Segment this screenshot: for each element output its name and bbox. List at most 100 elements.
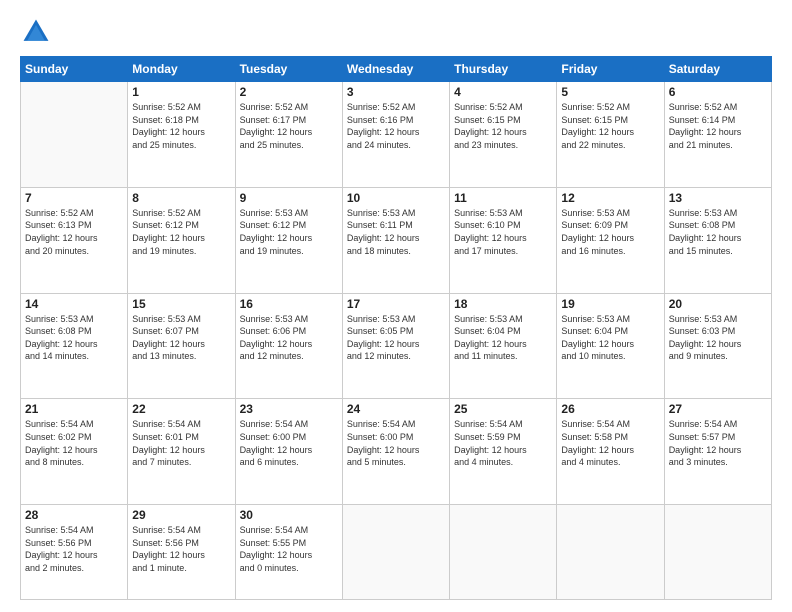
calendar-cell: 13 Sunrise: 5:53 AM Sunset: 6:08 PM Dayli…: [664, 187, 771, 293]
calendar-cell: 20 Sunrise: 5:53 AM Sunset: 6:03 PM Dayli…: [664, 293, 771, 399]
cell-info: Sunrise: 5:53 AM Sunset: 6:04 PM Dayligh…: [454, 313, 552, 363]
calendar-header-thursday: Thursday: [450, 57, 557, 82]
cell-info: Sunrise: 5:52 AM Sunset: 6:18 PM Dayligh…: [132, 101, 230, 151]
day-number: 10: [347, 191, 445, 205]
day-number: 13: [669, 191, 767, 205]
cell-info: Sunrise: 5:53 AM Sunset: 6:03 PM Dayligh…: [669, 313, 767, 363]
calendar-cell: [450, 505, 557, 600]
calendar-cell: [342, 505, 449, 600]
calendar-cell: 23 Sunrise: 5:54 AM Sunset: 6:00 PM Dayli…: [235, 399, 342, 505]
cell-info: Sunrise: 5:54 AM Sunset: 6:00 PM Dayligh…: [240, 418, 338, 468]
cell-info: Sunrise: 5:54 AM Sunset: 5:56 PM Dayligh…: [132, 524, 230, 574]
logo: [20, 16, 56, 48]
day-number: 12: [561, 191, 659, 205]
calendar-cell: 4 Sunrise: 5:52 AM Sunset: 6:15 PM Daylig…: [450, 82, 557, 188]
cell-info: Sunrise: 5:52 AM Sunset: 6:12 PM Dayligh…: [132, 207, 230, 257]
calendar-week-row: 28Sunrise: 5:54 AM Sunset: 5:56 PM Dayli…: [21, 505, 772, 600]
day-number: 20: [669, 297, 767, 311]
calendar-cell: 5 Sunrise: 5:52 AM Sunset: 6:15 PM Daylig…: [557, 82, 664, 188]
calendar-week-row: 1 Sunrise: 5:52 AM Sunset: 6:18 PM Daylig…: [21, 82, 772, 188]
calendar-header-tuesday: Tuesday: [235, 57, 342, 82]
day-number: 21: [25, 402, 123, 416]
cell-info: Sunrise: 5:54 AM Sunset: 5:56 PM Dayligh…: [25, 524, 123, 574]
day-number: 3: [347, 85, 445, 99]
calendar-cell: 27Sunrise: 5:54 AM Sunset: 5:57 PM Dayli…: [664, 399, 771, 505]
calendar-cell: 16Sunrise: 5:53 AM Sunset: 6:06 PM Dayli…: [235, 293, 342, 399]
calendar-cell: 10 Sunrise: 5:53 AM Sunset: 6:11 PM Dayli…: [342, 187, 449, 293]
calendar-header-saturday: Saturday: [664, 57, 771, 82]
cell-info: Sunrise: 5:53 AM Sunset: 6:08 PM Dayligh…: [25, 313, 123, 363]
calendar-cell: 3 Sunrise: 5:52 AM Sunset: 6:16 PM Daylig…: [342, 82, 449, 188]
cell-info: Sunrise: 5:54 AM Sunset: 5:59 PM Dayligh…: [454, 418, 552, 468]
day-number: 1: [132, 85, 230, 99]
day-number: 24: [347, 402, 445, 416]
calendar-cell: 8 Sunrise: 5:52 AM Sunset: 6:12 PM Daylig…: [128, 187, 235, 293]
day-number: 7: [25, 191, 123, 205]
calendar-cell: 25 Sunrise: 5:54 AM Sunset: 5:59 PM Dayli…: [450, 399, 557, 505]
day-number: 22: [132, 402, 230, 416]
day-number: 27: [669, 402, 767, 416]
calendar-cell: 22 Sunrise: 5:54 AM Sunset: 6:01 PM Dayli…: [128, 399, 235, 505]
calendar-week-row: 7 Sunrise: 5:52 AM Sunset: 6:13 PM Daylig…: [21, 187, 772, 293]
calendar-header-wednesday: Wednesday: [342, 57, 449, 82]
calendar-cell: 15 Sunrise: 5:53 AM Sunset: 6:07 PM Dayli…: [128, 293, 235, 399]
cell-info: Sunrise: 5:52 AM Sunset: 6:15 PM Dayligh…: [454, 101, 552, 151]
day-number: 6: [669, 85, 767, 99]
calendar-cell: 26 Sunrise: 5:54 AM Sunset: 5:58 PM Dayli…: [557, 399, 664, 505]
day-number: 15: [132, 297, 230, 311]
calendar-cell: 7 Sunrise: 5:52 AM Sunset: 6:13 PM Daylig…: [21, 187, 128, 293]
calendar-cell: 6 Sunrise: 5:52 AM Sunset: 6:14 PM Daylig…: [664, 82, 771, 188]
calendar-cell: 14 Sunrise: 5:53 AM Sunset: 6:08 PM Dayli…: [21, 293, 128, 399]
calendar-cell: 19 Sunrise: 5:53 AM Sunset: 6:04 PM Dayli…: [557, 293, 664, 399]
cell-info: Sunrise: 5:53 AM Sunset: 6:04 PM Dayligh…: [561, 313, 659, 363]
calendar-cell: [664, 505, 771, 600]
calendar-header-row: SundayMondayTuesdayWednesdayThursdayFrid…: [21, 57, 772, 82]
calendar-header-sunday: Sunday: [21, 57, 128, 82]
calendar-cell: 30 Sunrise: 5:54 AM Sunset: 5:55 PM Dayli…: [235, 505, 342, 600]
day-number: 14: [25, 297, 123, 311]
cell-info: Sunrise: 5:52 AM Sunset: 6:16 PM Dayligh…: [347, 101, 445, 151]
day-number: 5: [561, 85, 659, 99]
cell-info: Sunrise: 5:53 AM Sunset: 6:09 PM Dayligh…: [561, 207, 659, 257]
cell-info: Sunrise: 5:54 AM Sunset: 5:58 PM Dayligh…: [561, 418, 659, 468]
calendar-cell: 1 Sunrise: 5:52 AM Sunset: 6:18 PM Daylig…: [128, 82, 235, 188]
cell-info: Sunrise: 5:54 AM Sunset: 6:02 PM Dayligh…: [25, 418, 123, 468]
cell-info: Sunrise: 5:53 AM Sunset: 6:08 PM Dayligh…: [669, 207, 767, 257]
day-number: 18: [454, 297, 552, 311]
cell-info: Sunrise: 5:52 AM Sunset: 6:13 PM Dayligh…: [25, 207, 123, 257]
cell-info: Sunrise: 5:53 AM Sunset: 6:12 PM Dayligh…: [240, 207, 338, 257]
cell-info: Sunrise: 5:53 AM Sunset: 6:06 PM Dayligh…: [240, 313, 338, 363]
cell-info: Sunrise: 5:52 AM Sunset: 6:14 PM Dayligh…: [669, 101, 767, 151]
day-number: 19: [561, 297, 659, 311]
calendar-table: SundayMondayTuesdayWednesdayThursdayFrid…: [20, 56, 772, 600]
calendar-cell: [557, 505, 664, 600]
calendar-cell: 2 Sunrise: 5:52 AM Sunset: 6:17 PM Daylig…: [235, 82, 342, 188]
day-number: 9: [240, 191, 338, 205]
day-number: 2: [240, 85, 338, 99]
day-number: 17: [347, 297, 445, 311]
page: SundayMondayTuesdayWednesdayThursdayFrid…: [0, 0, 792, 612]
cell-info: Sunrise: 5:53 AM Sunset: 6:05 PM Dayligh…: [347, 313, 445, 363]
calendar-cell: 29 Sunrise: 5:54 AM Sunset: 5:56 PM Dayli…: [128, 505, 235, 600]
cell-info: Sunrise: 5:54 AM Sunset: 5:55 PM Dayligh…: [240, 524, 338, 574]
cell-info: Sunrise: 5:53 AM Sunset: 6:11 PM Dayligh…: [347, 207, 445, 257]
calendar-cell: 24 Sunrise: 5:54 AM Sunset: 6:00 PM Dayli…: [342, 399, 449, 505]
day-number: 23: [240, 402, 338, 416]
cell-info: Sunrise: 5:52 AM Sunset: 6:17 PM Dayligh…: [240, 101, 338, 151]
day-number: 4: [454, 85, 552, 99]
day-number: 11: [454, 191, 552, 205]
day-number: 26: [561, 402, 659, 416]
cell-info: Sunrise: 5:52 AM Sunset: 6:15 PM Dayligh…: [561, 101, 659, 151]
calendar-cell: 21 Sunrise: 5:54 AM Sunset: 6:02 PM Dayli…: [21, 399, 128, 505]
calendar-cell: 11Sunrise: 5:53 AM Sunset: 6:10 PM Dayli…: [450, 187, 557, 293]
day-number: 8: [132, 191, 230, 205]
calendar-cell: 12 Sunrise: 5:53 AM Sunset: 6:09 PM Dayli…: [557, 187, 664, 293]
calendar-cell: 28Sunrise: 5:54 AM Sunset: 5:56 PM Dayli…: [21, 505, 128, 600]
day-number: 29: [132, 508, 230, 522]
day-number: 30: [240, 508, 338, 522]
calendar-week-row: 21 Sunrise: 5:54 AM Sunset: 6:02 PM Dayli…: [21, 399, 772, 505]
cell-info: Sunrise: 5:54 AM Sunset: 6:00 PM Dayligh…: [347, 418, 445, 468]
cell-info: Sunrise: 5:54 AM Sunset: 6:01 PM Dayligh…: [132, 418, 230, 468]
day-number: 25: [454, 402, 552, 416]
cell-info: Sunrise: 5:53 AM Sunset: 6:07 PM Dayligh…: [132, 313, 230, 363]
